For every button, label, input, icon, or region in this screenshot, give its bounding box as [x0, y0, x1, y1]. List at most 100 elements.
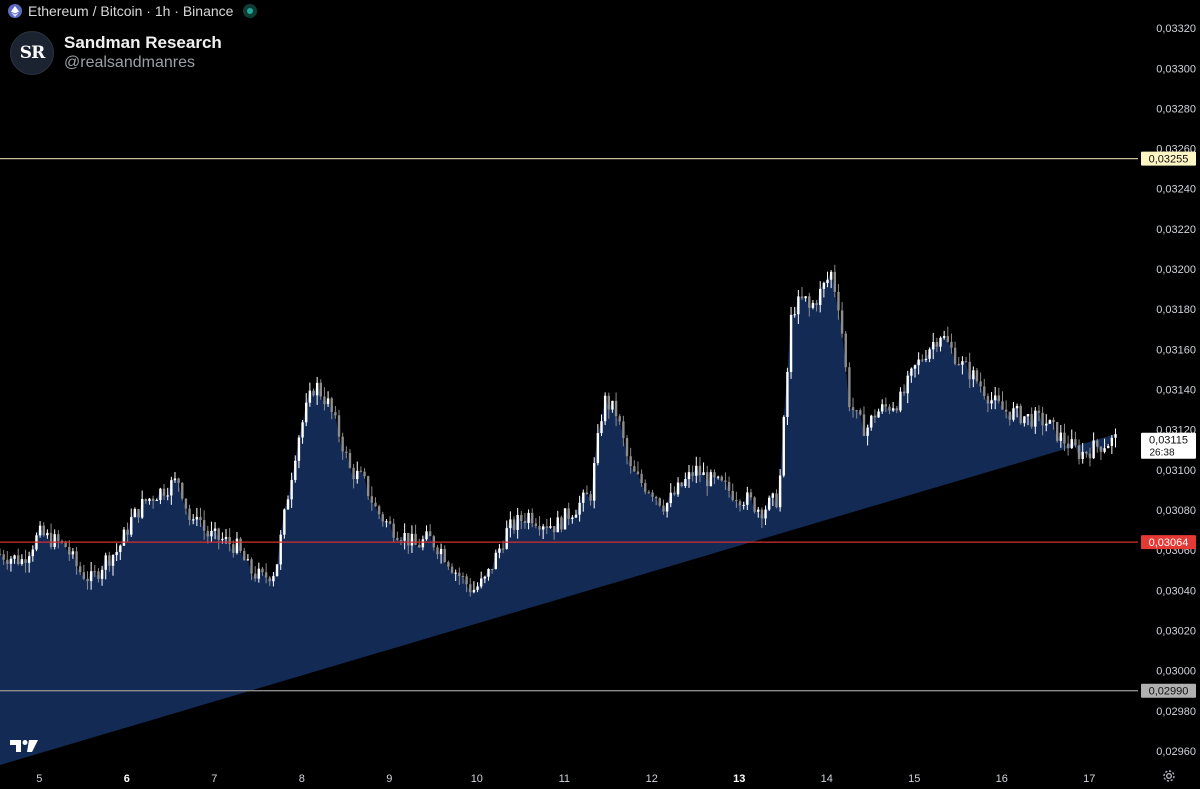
x-tick-label: 10 — [471, 773, 483, 785]
candle-body — [516, 514, 519, 530]
candle-body — [428, 531, 432, 537]
candle-body — [421, 539, 425, 548]
support-price-label-text: 0,02990 — [1149, 686, 1189, 698]
candle-body — [808, 296, 811, 308]
candle-body — [49, 532, 53, 548]
candle-body — [465, 576, 468, 585]
candle-body — [935, 341, 939, 347]
candle-body — [2, 554, 5, 560]
candle-body — [1041, 412, 1044, 426]
candle-body — [0, 554, 2, 556]
candle — [42, 522, 45, 537]
candle-body — [997, 395, 1001, 402]
candle-body — [410, 533, 414, 546]
candle-body — [691, 472, 694, 476]
candle — [1030, 407, 1033, 429]
candle-body — [1034, 410, 1037, 427]
candle-body — [910, 368, 913, 376]
candle — [676, 477, 680, 497]
candle-body — [760, 509, 764, 519]
candle-body — [636, 471, 640, 474]
candle-body — [749, 492, 753, 498]
candle-body — [1055, 422, 1059, 441]
candle-body — [89, 571, 93, 582]
y-tick-label: 0,03020 — [1156, 625, 1196, 637]
candle-body — [1012, 408, 1015, 420]
chart-header[interactable]: Ethereum / Bitcoin · 1h · Binance — [8, 3, 258, 19]
candle-body — [819, 288, 822, 306]
x-tick-label: 5 — [36, 773, 42, 785]
candle — [396, 531, 399, 541]
candle-body — [633, 466, 636, 472]
candle-body — [961, 361, 964, 365]
candle-body — [162, 488, 166, 496]
candle-body — [137, 509, 140, 518]
candle-body — [501, 548, 505, 550]
author-badge: SR Sandman Research @realsandmanres — [10, 31, 222, 75]
candle-body — [202, 520, 206, 531]
candle — [844, 330, 847, 372]
candle-body — [363, 471, 366, 477]
candle — [130, 508, 133, 537]
candle-body — [140, 499, 144, 518]
x-tick-label: 17 — [1083, 773, 1095, 785]
candle — [775, 489, 778, 509]
candle-body — [188, 508, 191, 521]
candle-body — [746, 492, 749, 505]
candle-body — [221, 538, 224, 540]
candle-body — [523, 521, 527, 523]
candle — [450, 563, 454, 574]
candle-body — [6, 559, 9, 564]
candle — [0, 548, 2, 556]
author-avatar: SR — [10, 31, 54, 75]
candle-body — [377, 506, 381, 515]
candle-body — [1001, 401, 1004, 410]
candle-body — [702, 472, 705, 476]
current-price-label-text: 0,03064 — [1149, 537, 1189, 549]
candle — [122, 526, 126, 546]
candle-body — [403, 533, 406, 541]
candle — [953, 341, 957, 366]
candle — [425, 525, 428, 541]
candle-body — [315, 382, 319, 396]
candle — [997, 387, 1001, 404]
candle-body — [370, 496, 374, 503]
candle-body — [662, 505, 665, 512]
x-tick-label: 9 — [386, 773, 392, 785]
candle-body — [133, 509, 137, 518]
author-name: Sandman Research — [64, 33, 222, 52]
candle-body — [312, 390, 315, 396]
x-tick-label: 16 — [996, 773, 1008, 785]
price-chart[interactable]: 0,033200,033000,032800,032600,032400,032… — [0, 0, 1200, 789]
candle-body — [1019, 405, 1022, 424]
candle — [862, 406, 866, 437]
candle-body — [443, 548, 446, 563]
tradingview-logo-icon — [10, 740, 38, 752]
candle-body — [549, 526, 552, 528]
candle — [964, 356, 968, 363]
candle-body — [1074, 439, 1077, 446]
candle — [1077, 439, 1081, 465]
candle — [1070, 429, 1073, 450]
candle-body — [509, 519, 512, 529]
candle-body — [899, 391, 902, 411]
candle-body — [695, 465, 698, 476]
gear-icon[interactable] — [1162, 769, 1176, 783]
candle-body — [527, 512, 530, 523]
candle-body — [1045, 423, 1048, 426]
candle — [636, 461, 640, 476]
candle-body — [709, 472, 713, 487]
candle-body — [698, 465, 702, 476]
candle-body — [534, 523, 538, 526]
candle-body — [115, 552, 118, 556]
candle-body — [439, 548, 443, 555]
candle-body — [82, 572, 86, 579]
y-tick-label: 0,03040 — [1156, 585, 1196, 597]
candle-body — [447, 562, 450, 567]
candle-body — [177, 478, 180, 483]
candle-body — [436, 547, 439, 555]
candle — [1074, 431, 1077, 448]
candle-body — [297, 437, 301, 461]
candle-body — [800, 296, 804, 299]
candle-body — [483, 576, 487, 579]
